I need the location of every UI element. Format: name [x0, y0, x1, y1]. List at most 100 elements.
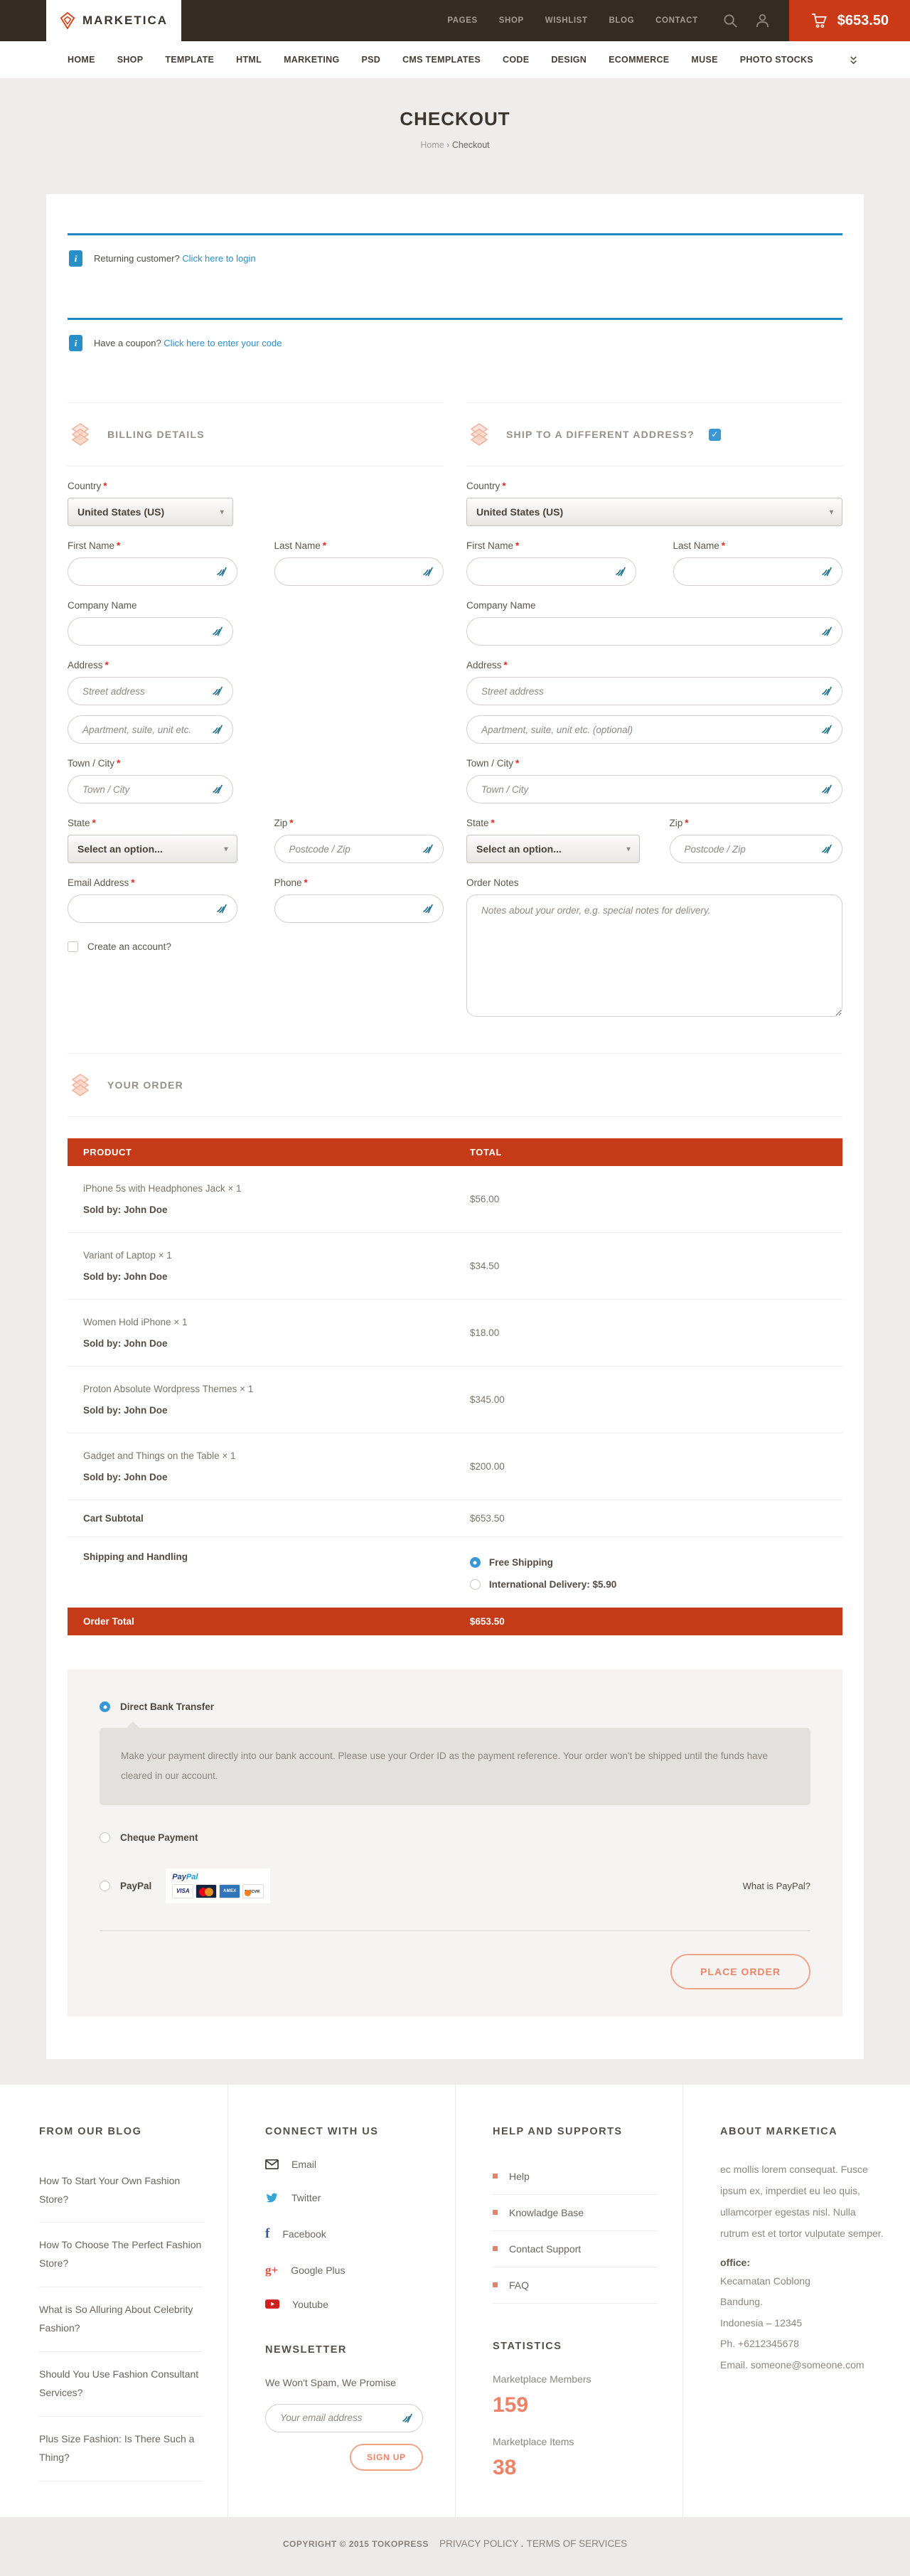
billing-first-name-input[interactable] [68, 557, 237, 586]
shipping-company-input[interactable] [466, 617, 842, 646]
brand-logo[interactable]: MARKETICA [46, 0, 181, 41]
autofill-icon[interactable] [821, 843, 833, 855]
billing-last-name-input[interactable] [274, 557, 444, 586]
top-nav-shop[interactable]: SHOP [499, 16, 524, 25]
account-icon[interactable] [754, 13, 771, 29]
billing-apartment-input[interactable] [68, 715, 233, 744]
blog-link[interactable]: How To Start Your Own Fashion Store? [39, 2159, 203, 2223]
autofill-icon[interactable] [422, 566, 434, 577]
billing-state-select[interactable]: Select an option... ▾ [68, 835, 237, 863]
autofill-icon[interactable] [821, 566, 833, 577]
top-nav-pages[interactable]: PAGES [447, 16, 477, 25]
social-facebook-link[interactable]: f Facebook [265, 2226, 430, 2242]
autofill-icon[interactable] [402, 2412, 413, 2424]
knowledge-base-link[interactable]: Knowladge Base [493, 2195, 658, 2231]
breadcrumb-home[interactable]: Home [420, 140, 444, 150]
top-nav-contact[interactable]: CONTACT [655, 16, 698, 25]
autofill-icon[interactable] [821, 685, 833, 697]
order-notes-textarea[interactable] [466, 894, 842, 1017]
coupon-link[interactable]: Click here to enter your code [164, 338, 282, 348]
menu-item-cms-templates[interactable]: CMS TEMPLATES [402, 55, 481, 65]
billing-email-input[interactable] [68, 894, 237, 923]
free-shipping-radio[interactable] [470, 1557, 481, 1568]
signup-button[interactable]: SIGN UP [350, 2444, 423, 2471]
menu-item-photo-stocks[interactable]: PHOTO STOCKS [740, 55, 813, 65]
top-nav-wishlist[interactable]: WISHLIST [545, 16, 588, 25]
bank-transfer-radio[interactable] [100, 1701, 110, 1712]
contact-support-link[interactable]: Contact Support [493, 2231, 658, 2267]
faq-link[interactable]: FAQ [493, 2267, 658, 2304]
menu-item-ecommerce[interactable]: ECOMMERCE [609, 55, 669, 65]
shipping-town-input[interactable] [466, 775, 842, 803]
blog-link[interactable]: What is So Alluring About Celebrity Fash… [39, 2287, 203, 2352]
menu-item-design[interactable]: DESIGN [551, 55, 587, 65]
autofill-icon[interactable] [212, 724, 223, 735]
shipping-column: SHIP TO A DIFFERENT ADDRESS? ✓ Country* … [466, 402, 842, 1019]
order-row: Variant of Laptop × 1 Sold by: John Doe … [68, 1233, 842, 1300]
billing-phone-input[interactable] [274, 894, 444, 923]
billing-street-input[interactable] [68, 677, 233, 705]
shipping-street-input[interactable] [466, 677, 842, 705]
menu-item-marketing[interactable]: MARKETING [284, 55, 339, 65]
shipping-last-name-input[interactable] [673, 557, 843, 586]
social-email-link[interactable]: Email [265, 2159, 430, 2170]
billing-town-input[interactable] [68, 775, 233, 803]
ship-different-checkbox[interactable]: ✓ [709, 429, 721, 441]
terms-link[interactable]: TERMS OF SERVICES [527, 2538, 628, 2549]
autofill-icon[interactable] [212, 784, 223, 795]
cheque-payment-radio[interactable] [100, 1832, 110, 1843]
autofill-icon[interactable] [422, 843, 434, 855]
menu-item-template[interactable]: TEMPLATE [165, 55, 214, 65]
autofill-icon[interactable] [216, 903, 228, 914]
main-menu: HOME SHOP TEMPLATE HTML MARKETING PSD CM… [0, 41, 910, 78]
chevron-down-icon[interactable] [848, 55, 859, 65]
autofill-icon[interactable] [212, 685, 223, 697]
international-delivery-radio[interactable] [470, 1579, 481, 1590]
cart-button[interactable]: $653.50 [789, 0, 910, 41]
payment-section: Direct Bank Transfer Make your payment d… [68, 1669, 842, 2016]
autofill-icon[interactable] [422, 903, 434, 914]
privacy-policy-link[interactable]: PRIVACY POLICY [439, 2538, 518, 2549]
payment-cards-image: PayPal VISA AMEX DISCVR [166, 1869, 270, 1903]
autofill-icon[interactable] [821, 724, 833, 735]
autofill-icon[interactable] [821, 784, 833, 795]
social-googleplus-link[interactable]: g+ Google Plus [265, 2263, 430, 2277]
shipping-first-name-input[interactable] [466, 557, 636, 586]
help-link[interactable]: Help [493, 2159, 658, 2195]
autofill-icon[interactable] [216, 566, 228, 577]
shipping-apartment-input[interactable] [466, 715, 842, 744]
billing-zip-input[interactable] [274, 835, 444, 863]
social-youtube-link[interactable]: Youtube [265, 2299, 430, 2310]
what-is-paypal-link[interactable]: What is PayPal? [743, 1881, 810, 1891]
search-icon[interactable] [722, 13, 739, 29]
autofill-icon[interactable] [212, 626, 223, 637]
menu-item-home[interactable]: HOME [68, 55, 95, 65]
social-twitter-link[interactable]: Twitter [265, 2191, 430, 2205]
billing-company-input[interactable] [68, 617, 233, 646]
login-link[interactable]: Click here to login [182, 253, 255, 264]
billing-country-select[interactable]: United States (US) ▾ [68, 498, 233, 526]
place-order-button[interactable]: PLACE ORDER [670, 1954, 810, 1989]
top-nav-blog[interactable]: BLOG [609, 16, 635, 25]
shipping-state-select[interactable]: Select an option... ▾ [466, 835, 640, 863]
create-account-checkbox[interactable] [68, 941, 78, 952]
blog-link[interactable]: Plus Size Fashion: Is There Such a Thing… [39, 2417, 203, 2481]
newsletter-email-input[interactable] [265, 2404, 423, 2432]
bullet-icon [493, 2174, 498, 2179]
shipping-country-select[interactable]: United States (US) ▾ [466, 498, 842, 526]
paypal-radio[interactable] [100, 1881, 110, 1891]
discover-logo: DISCVR [242, 1884, 264, 1898]
billing-title: BILLING DETAILS [107, 429, 205, 440]
menu-item-muse[interactable]: MUSE [691, 55, 717, 65]
blog-link[interactable]: Should You Use Fashion Consultant Servic… [39, 2352, 203, 2417]
menu-item-html[interactable]: HTML [236, 55, 262, 65]
menu-item-shop[interactable]: SHOP [117, 55, 144, 65]
autofill-icon[interactable] [821, 626, 833, 637]
youtube-icon [265, 2299, 279, 2309]
blog-link[interactable]: How To Choose The Perfect Fashion Store? [39, 2223, 203, 2287]
menu-item-code[interactable]: CODE [503, 55, 529, 65]
order-row: Gadget and Things on the Table × 1 Sold … [68, 1433, 842, 1500]
shipping-zip-input[interactable] [670, 835, 843, 863]
menu-item-psd[interactable]: PSD [361, 55, 380, 65]
autofill-icon[interactable] [615, 566, 626, 577]
